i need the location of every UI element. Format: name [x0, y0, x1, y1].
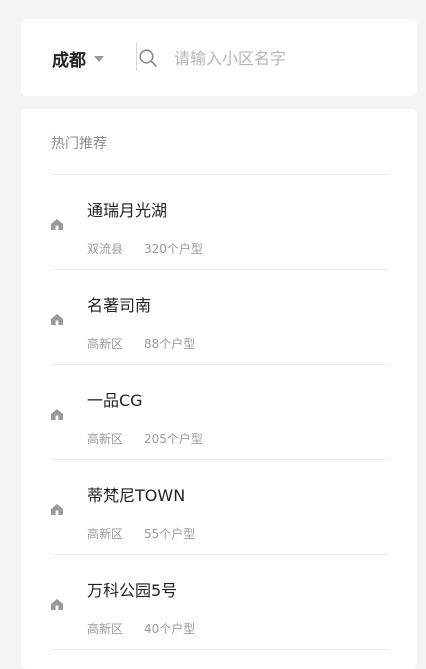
floorplan-count: 40个户型 [144, 622, 196, 636]
community-district: 高新区 [87, 527, 124, 541]
city-label: 成都 [52, 50, 86, 71]
list-item[interactable]: 名著司南 高新区 88个户型 [51, 270, 389, 365]
divider [52, 649, 389, 650]
list-item[interactable]: 一品CG 高新区 205个户型 [51, 365, 389, 460]
chevron-down-icon [94, 56, 104, 62]
community-name: 名著司南 [87, 296, 152, 315]
floorplan-count: 88个户型 [144, 337, 196, 351]
floorplan-count: 205个户型 [144, 432, 203, 446]
search-input[interactable] [174, 43, 394, 73]
list-item[interactable]: 蒂梵尼TOWN 高新区 55个户型 [51, 460, 389, 555]
community-district: 双流县 [87, 242, 124, 256]
house-icon [51, 409, 63, 420]
section-title: 热门推荐 [51, 136, 107, 152]
floorplan-count: 320个户型 [144, 242, 203, 256]
community-name: 一品CG [87, 391, 143, 410]
community-name: 万科公园5号 [87, 581, 178, 600]
house-icon [51, 314, 63, 325]
hot-recommendations: 热门推荐 通瑞月光湖 双流县 320个户型 名著司南 高新区 88个户型 一品C… [21, 109, 417, 669]
floorplan-count: 55个户型 [144, 527, 196, 541]
search-icon [139, 49, 157, 67]
community-district: 高新区 [87, 337, 124, 351]
house-icon [51, 504, 63, 515]
search-card: 成都 [21, 19, 417, 96]
search-divider [136, 43, 137, 71]
list-item[interactable]: 万科公园5号 高新区 40个户型 [51, 555, 389, 650]
house-icon [51, 599, 63, 610]
community-name: 蒂梵尼TOWN [87, 486, 186, 505]
community-name: 通瑞月光湖 [87, 201, 168, 220]
community-district: 高新区 [87, 622, 124, 636]
community-district: 高新区 [87, 432, 124, 446]
house-icon [51, 219, 63, 230]
list-item[interactable]: 通瑞月光湖 双流县 320个户型 [51, 175, 389, 270]
city-selector[interactable]: 成都 [52, 43, 104, 73]
